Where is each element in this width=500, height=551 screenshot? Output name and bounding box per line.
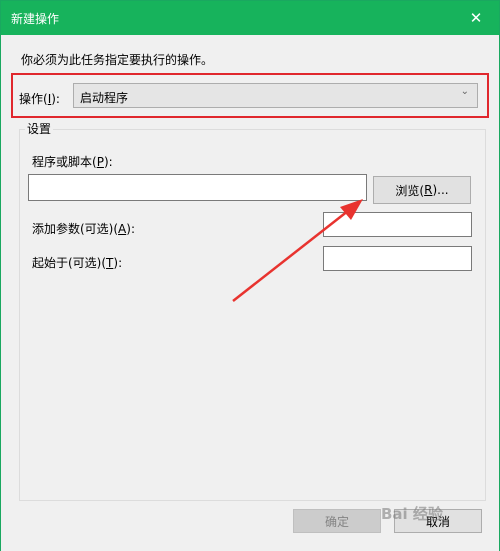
title-bar: 新建操作 ✕ bbox=[1, 1, 499, 35]
action-label: 操作(I): bbox=[19, 92, 60, 106]
start-in-label: 起始于(可选)(T): bbox=[32, 256, 123, 270]
start-in-input[interactable] bbox=[323, 246, 472, 271]
dialog-body: 你必须为此任务指定要执行的操作。 操作(I): 启动程序 ⌄ 设置 程序或脚本(… bbox=[1, 35, 499, 551]
arguments-input[interactable] bbox=[323, 212, 472, 237]
close-icon[interactable]: ✕ bbox=[453, 1, 499, 35]
ok-button[interactable]: 确定 bbox=[293, 509, 381, 533]
browse-button[interactable]: 浏览(R)... bbox=[373, 176, 471, 204]
arguments-label: 添加参数(可选)(A): bbox=[32, 222, 135, 236]
settings-legend: 设置 bbox=[25, 120, 54, 137]
new-action-dialog: 新建操作 ✕ 你必须为此任务指定要执行的操作。 操作(I): 启动程序 ⌄ 设置… bbox=[0, 0, 500, 551]
chevron-down-icon: ⌄ bbox=[460, 86, 469, 97]
action-select-value: 启动程序 bbox=[80, 91, 129, 105]
watermark-logo: Bai 经验 bbox=[381, 505, 443, 523]
instruction-text: 你必须为此任务指定要执行的操作。 bbox=[21, 53, 214, 67]
action-select[interactable]: 启动程序 ⌄ bbox=[73, 83, 478, 108]
program-input[interactable] bbox=[28, 174, 367, 201]
window-title: 新建操作 bbox=[11, 12, 60, 26]
program-label: 程序或脚本(P): bbox=[32, 155, 113, 169]
